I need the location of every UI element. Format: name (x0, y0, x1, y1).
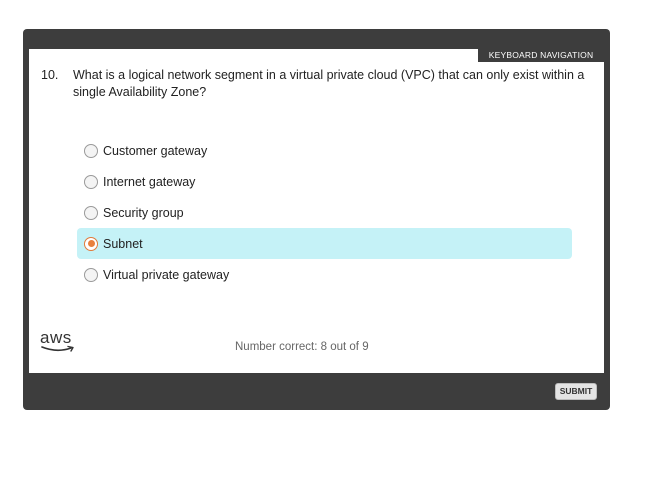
option-security-group[interactable]: Security group (77, 197, 572, 228)
answer-options: Customer gateway Internet gateway Securi… (77, 135, 572, 290)
radio-icon[interactable] (84, 205, 98, 220)
option-label: Internet gateway (103, 174, 196, 189)
question-text: What is a logical network segment in a v… (73, 68, 585, 99)
option-virtual-private-gateway[interactable]: Virtual private gateway (77, 259, 572, 290)
option-internet-gateway[interactable]: Internet gateway (77, 166, 572, 197)
option-label: Virtual private gateway (103, 267, 230, 282)
submit-button[interactable]: SUBMIT (555, 383, 597, 400)
option-label: Customer gateway (103, 143, 208, 158)
content-panel: KEYBOARD NAVIGATION 10. What is a logica… (29, 49, 604, 373)
aws-logo: aws (40, 329, 80, 359)
option-customer-gateway[interactable]: Customer gateway (77, 135, 572, 166)
option-label: Security group (103, 205, 184, 220)
radio-icon[interactable] (84, 143, 98, 158)
option-subnet[interactable]: Subnet (77, 228, 572, 259)
option-label: Subnet (103, 236, 143, 251)
question: 10. What is a logical network segment in… (41, 67, 591, 101)
radio-icon[interactable] (84, 174, 98, 189)
radio-selected-icon[interactable] (84, 236, 98, 251)
score-text: Number correct: 8 out of 9 (235, 341, 369, 353)
keyboard-navigation-button[interactable]: KEYBOARD NAVIGATION (478, 49, 604, 62)
question-number: 10. (41, 68, 59, 82)
quiz-frame: KEYBOARD NAVIGATION 10. What is a logica… (23, 29, 610, 410)
radio-icon[interactable] (84, 267, 98, 282)
